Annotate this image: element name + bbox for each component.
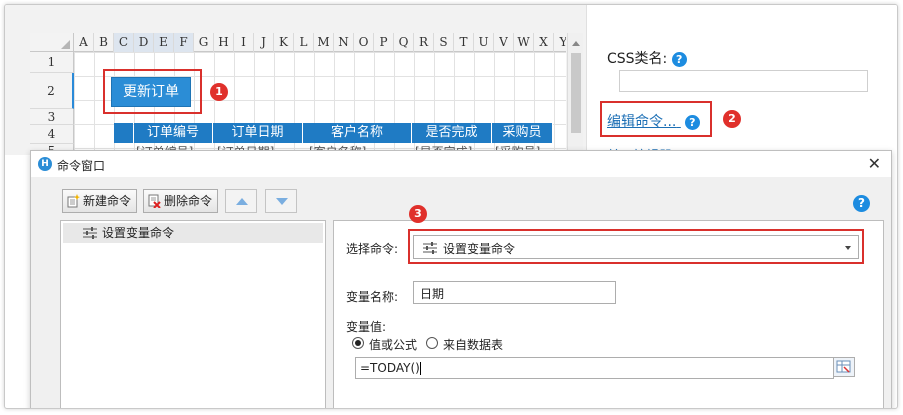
column-header[interactable]: J [254, 33, 274, 52]
annotation-badge-3: 3 [409, 205, 427, 223]
column-header[interactable]: K [274, 33, 294, 52]
column-header[interactable]: G [194, 33, 214, 52]
command-detail-pane: 选择命令: 设置变量命令 变量名称: 日期 变量值: 值或公式 来自数据表 =T… [333, 220, 884, 408]
column-header[interactable]: P [374, 33, 394, 52]
column-header[interactable]: V [494, 33, 514, 52]
annotation-box-2 [600, 101, 712, 137]
column-header[interactable]: C [114, 33, 134, 52]
help-icon[interactable]: ? [853, 195, 870, 212]
command-list-pane: 设置变量命令 [60, 220, 326, 408]
move-up-button[interactable] [225, 189, 257, 213]
command-list-item[interactable]: 设置变量命令 [63, 223, 323, 243]
column-header[interactable]: D [134, 33, 154, 52]
column-header[interactable]: R [414, 33, 434, 52]
select-command-label: 选择命令: [346, 242, 399, 256]
column-header[interactable]: A [74, 33, 94, 52]
scroll-thumb[interactable] [571, 53, 581, 133]
annotation-box-1 [103, 69, 202, 114]
column-header[interactable]: X [534, 33, 554, 52]
column-header[interactable]: F [174, 33, 194, 52]
delete-command-button[interactable]: 删除命令 [143, 189, 218, 213]
close-icon[interactable]: ✕ [868, 154, 881, 173]
new-command-label: 新建命令 [83, 194, 132, 208]
row-header[interactable]: 3 [30, 109, 74, 125]
column-header[interactable]: L [294, 33, 314, 52]
annotation-box-3 [408, 229, 864, 264]
screenshot-frame: ABCDEFGHIJKLMNOPQRSTUVWXY 1 2 3 4 5 更新订单… [4, 4, 898, 409]
vertical-scrollbar[interactable] [567, 33, 583, 155]
column-header[interactable]: T [454, 33, 474, 52]
table-header-cell[interactable]: 是否完成 [412, 123, 492, 143]
help-icon[interactable]: ? [671, 51, 687, 67]
annotation-badge-1: 1 [210, 83, 228, 101]
column-header[interactable]: O [354, 33, 374, 52]
row-header[interactable]: 1 [30, 52, 74, 73]
formula-editor-icon [836, 360, 851, 373]
column-header[interactable]: H [214, 33, 234, 52]
table-header-cell[interactable]: 订单日期 [213, 123, 303, 143]
arrow-down-icon [276, 198, 288, 205]
column-header[interactable]: S [434, 33, 454, 52]
table-header-spacer [114, 123, 133, 143]
arrow-up-icon [236, 198, 248, 205]
scroll-up-arrow-icon[interactable] [572, 41, 580, 46]
new-command-button[interactable]: 新建命令 [62, 189, 137, 213]
page-designer: ABCDEFGHIJKLMNOPQRSTUVWXY 1 2 3 4 5 更新订单… [5, 5, 897, 155]
column-header[interactable]: Y [554, 33, 566, 52]
column-header[interactable]: I [234, 33, 254, 52]
app-logo-icon: H [38, 157, 52, 171]
radio-data-table-label[interactable]: 来自数据表 [443, 336, 503, 353]
row-header[interactable]: 2 [30, 73, 74, 109]
column-header[interactable]: Q [394, 33, 414, 52]
formula-editor-button[interactable] [833, 357, 855, 377]
column-header[interactable]: W [514, 33, 534, 52]
row-header[interactable]: 4 [30, 125, 74, 144]
delete-command-label: 删除命令 [164, 194, 213, 208]
dialog-title: 命令窗口 [57, 159, 106, 173]
css-class-label: CSS类名: ? [607, 48, 687, 68]
column-header[interactable]: U [474, 33, 494, 52]
dialog-help[interactable]: ? [853, 195, 870, 212]
formula-input[interactable]: =TODAY() [355, 357, 834, 379]
variable-settings-icon [83, 227, 97, 239]
column-header[interactable]: N [334, 33, 354, 52]
text-caret [419, 362, 421, 375]
css-class-input[interactable] [619, 70, 868, 92]
table-header-cell[interactable]: 采购员 [492, 123, 553, 143]
css-class-label-text: CSS类名: [607, 51, 668, 67]
column-header-row: ABCDEFGHIJKLMNOPQRSTUVWXY [30, 33, 566, 52]
dialog-toolbar: 新建命令 删除命令 [31, 177, 891, 219]
delete-document-icon [148, 194, 161, 208]
dialog-titlebar[interactable]: H 命令窗口 ✕ [31, 151, 891, 177]
radio-formula-label[interactable]: 值或公式 [369, 336, 417, 353]
radio-data-table[interactable] [426, 337, 438, 349]
table-header-cell[interactable]: 订单编号 [134, 123, 213, 143]
column-header[interactable]: B [94, 33, 114, 52]
column-header[interactable]: E [154, 33, 174, 52]
variable-name-label: 变量名称: [346, 290, 399, 304]
select-all-corner[interactable] [30, 33, 74, 52]
variable-value-label: 变量值: [346, 320, 387, 334]
command-dialog: H 命令窗口 ✕ 新建命令 删除命令 ? 设置变量命令 选择命令: 设置变量命令… [30, 150, 892, 408]
variable-name-input[interactable]: 日期 [413, 281, 616, 304]
move-down-button[interactable] [265, 189, 297, 213]
formula-value: =TODAY() [360, 361, 420, 375]
property-panel: CSS类名: ? 编辑命令... ? 2 关于编辑器 [586, 5, 897, 155]
radio-formula[interactable] [352, 337, 364, 349]
column-header[interactable]: M [314, 33, 334, 52]
command-list-item-label: 设置变量命令 [102, 226, 175, 240]
table-header-cell[interactable]: 客户名称 [303, 123, 412, 143]
annotation-badge-2: 2 [723, 110, 741, 128]
new-document-icon [67, 194, 80, 208]
